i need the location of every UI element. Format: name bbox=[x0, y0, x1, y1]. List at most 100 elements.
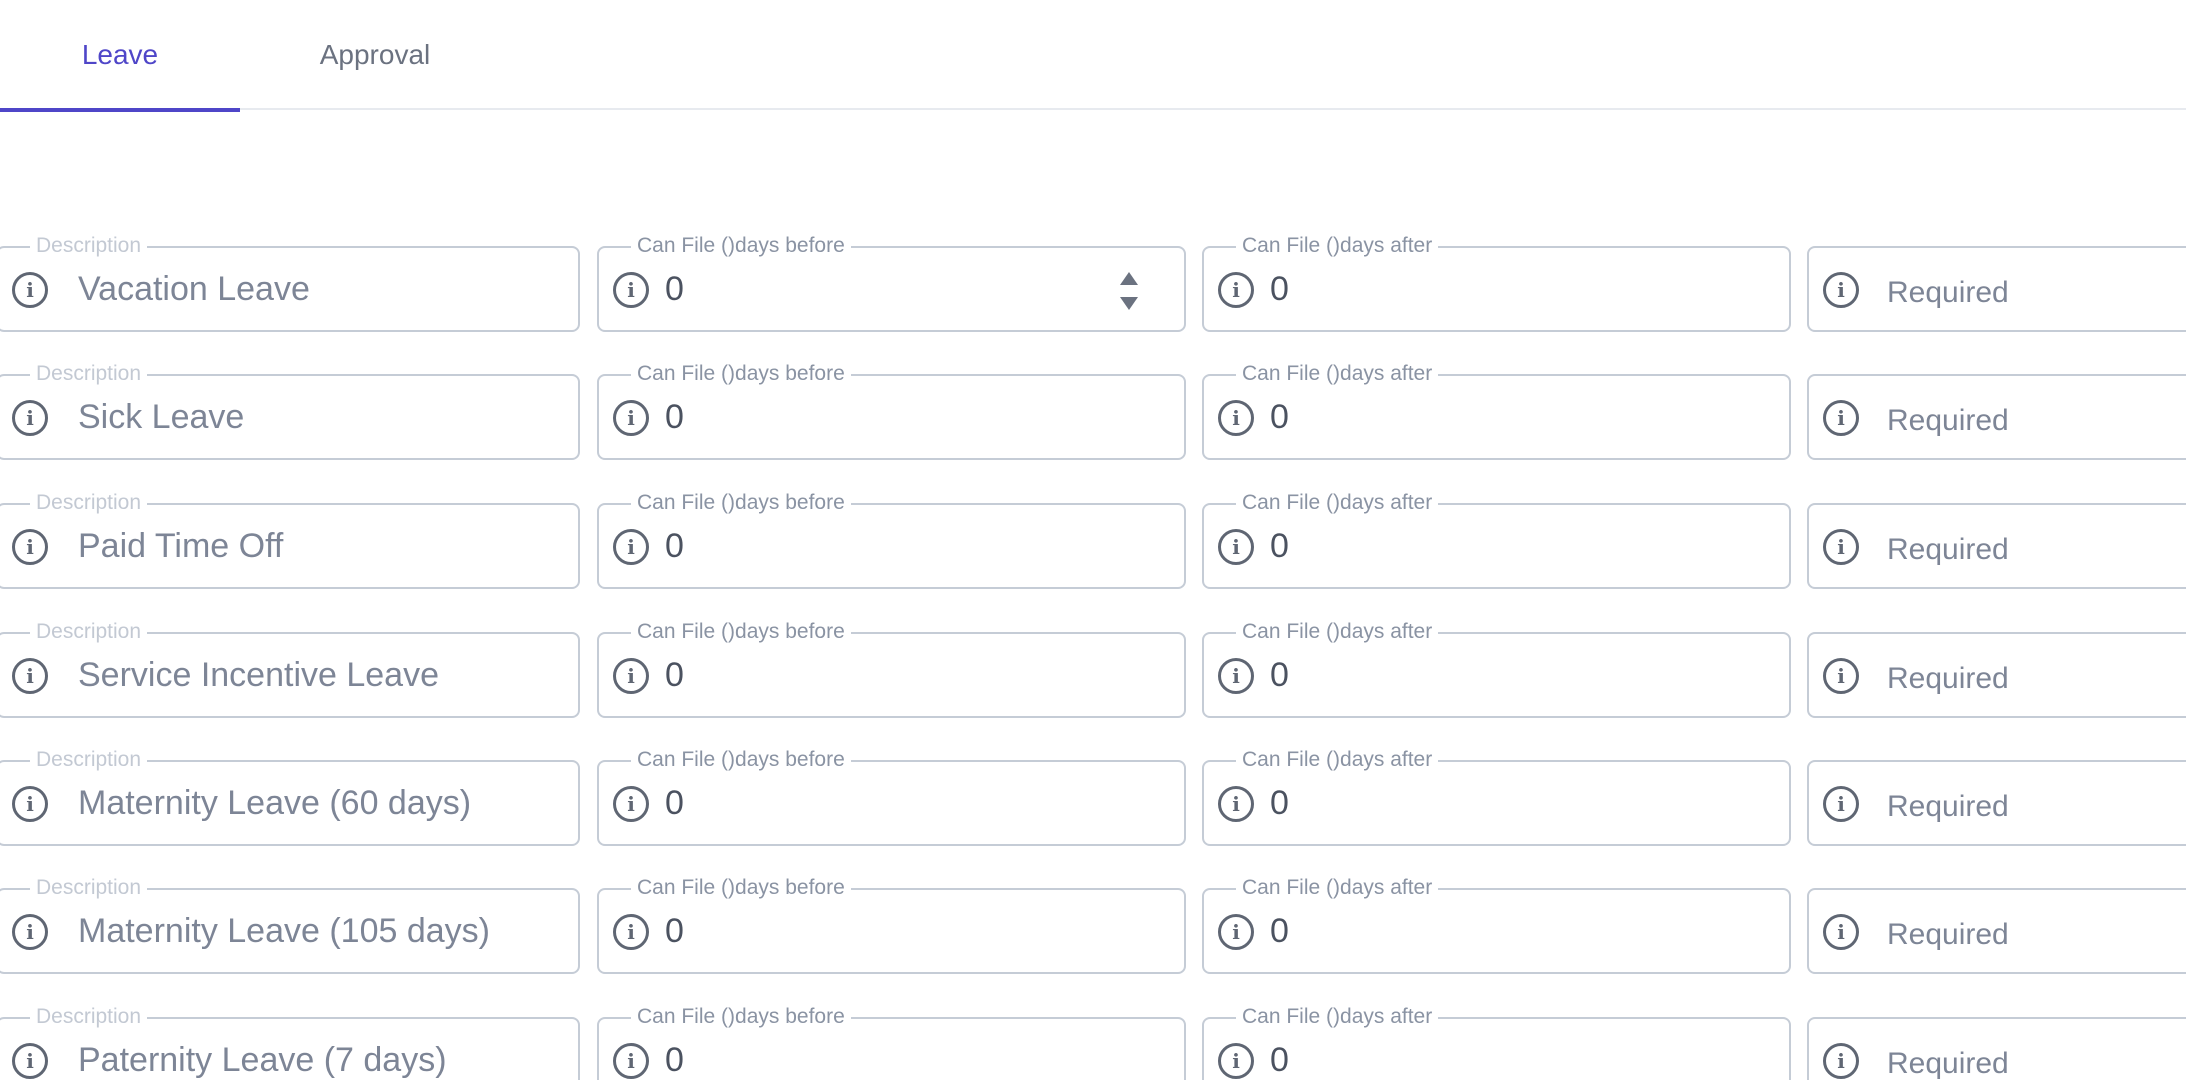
days-after-label: Can File ()days after bbox=[1236, 234, 1439, 258]
days-before-field[interactable]: Can File ()days before i 0 bbox=[597, 491, 1186, 589]
days-after-field[interactable]: Can File ()days after i 0 bbox=[1202, 748, 1791, 846]
info-icon[interactable]: i bbox=[12, 658, 48, 694]
days-after-label: Can File ()days after bbox=[1236, 1005, 1439, 1029]
info-icon[interactable]: i bbox=[613, 658, 649, 694]
info-icon[interactable]: i bbox=[613, 786, 649, 822]
info-icon[interactable]: i bbox=[613, 1043, 649, 1079]
info-icon[interactable]: i bbox=[1823, 658, 1859, 694]
info-icon[interactable]: i bbox=[12, 786, 48, 822]
days-before-field[interactable]: Can File ()days before i 0 bbox=[597, 1005, 1186, 1080]
info-icon[interactable]: i bbox=[1823, 914, 1859, 950]
days-after-value: 0 bbox=[1270, 1040, 1289, 1079]
description-value: Maternity Leave (60 days) bbox=[78, 783, 472, 822]
required-placeholder: Required bbox=[1887, 790, 2009, 823]
info-icon[interactable]: i bbox=[613, 400, 649, 436]
days-after-value: 0 bbox=[1270, 655, 1289, 694]
info-icon[interactable]: i bbox=[1218, 400, 1254, 436]
info-icon[interactable]: i bbox=[1823, 400, 1859, 436]
info-icon[interactable]: i bbox=[12, 914, 48, 950]
description-field[interactable]: Description i Paid Time Off bbox=[0, 491, 580, 589]
days-after-label: Can File ()days after bbox=[1236, 362, 1439, 386]
required-field[interactable]: i Required bbox=[1807, 760, 2186, 846]
days-before-label: Can File ()days before bbox=[631, 748, 851, 772]
days-after-value: 0 bbox=[1270, 783, 1289, 822]
days-before-field[interactable]: Can File ()days before i 0 bbox=[597, 362, 1186, 460]
days-before-value: 0 bbox=[665, 397, 684, 436]
days-before-label: Can File ()days before bbox=[631, 234, 851, 258]
required-field[interactable]: i Required bbox=[1807, 374, 2186, 460]
required-field[interactable]: i Required bbox=[1807, 888, 2186, 974]
required-placeholder: Required bbox=[1887, 1047, 2009, 1080]
days-before-value: 0 bbox=[665, 911, 684, 950]
days-after-value: 0 bbox=[1270, 269, 1289, 308]
info-icon[interactable]: i bbox=[12, 400, 48, 436]
required-field[interactable]: i Required bbox=[1807, 1017, 2186, 1080]
days-before-value: 0 bbox=[665, 526, 684, 565]
required-placeholder: Required bbox=[1887, 662, 2009, 695]
days-after-value: 0 bbox=[1270, 526, 1289, 565]
days-after-field[interactable]: Can File ()days after i 0 bbox=[1202, 1005, 1791, 1080]
days-after-label: Can File ()days after bbox=[1236, 620, 1439, 644]
days-after-field[interactable]: Can File ()days after i 0 bbox=[1202, 362, 1791, 460]
info-icon[interactable]: i bbox=[1823, 786, 1859, 822]
days-after-field[interactable]: Can File ()days after i 0 bbox=[1202, 234, 1791, 332]
days-after-label: Can File ()days after bbox=[1236, 876, 1439, 900]
days-before-field[interactable]: Can File ()days before i 0 bbox=[597, 234, 1186, 332]
info-icon[interactable]: i bbox=[1218, 658, 1254, 694]
info-icon[interactable]: i bbox=[1218, 529, 1254, 565]
description-value: Maternity Leave (105 days) bbox=[78, 911, 490, 950]
info-icon[interactable]: i bbox=[1218, 914, 1254, 950]
description-value: Paid Time Off bbox=[78, 526, 284, 565]
description-field[interactable]: Description i Vacation Leave bbox=[0, 234, 580, 332]
days-after-field[interactable]: Can File ()days after i 0 bbox=[1202, 876, 1791, 974]
info-icon[interactable]: i bbox=[1823, 272, 1859, 308]
days-before-label: Can File ()days before bbox=[631, 491, 851, 515]
description-field[interactable]: Description i Service Incentive Leave bbox=[0, 620, 580, 718]
required-placeholder: Required bbox=[1887, 533, 2009, 566]
info-icon[interactable]: i bbox=[1823, 1043, 1859, 1079]
info-icon[interactable]: i bbox=[12, 529, 48, 565]
leave-type-list: Description i Vacation Leave Can File ()day… bbox=[0, 0, 2186, 1080]
description-value: Vacation Leave bbox=[78, 269, 310, 308]
info-icon[interactable]: i bbox=[12, 1043, 48, 1079]
days-before-value: 0 bbox=[665, 655, 684, 694]
days-before-value: 0 bbox=[665, 1040, 684, 1079]
number-stepper[interactable] bbox=[1118, 270, 1140, 312]
info-icon[interactable]: i bbox=[1823, 529, 1859, 565]
stepper-down-icon[interactable] bbox=[1120, 297, 1138, 310]
info-icon[interactable]: i bbox=[613, 529, 649, 565]
info-icon[interactable]: i bbox=[1218, 272, 1254, 308]
description-field[interactable]: Description i Maternity Leave (60 days) bbox=[0, 748, 580, 846]
days-before-label: Can File ()days before bbox=[631, 1005, 851, 1029]
description-value: Service Incentive Leave bbox=[78, 655, 439, 694]
required-field[interactable]: i Required bbox=[1807, 246, 2186, 332]
required-placeholder: Required bbox=[1887, 276, 2009, 309]
days-after-field[interactable]: Can File ()days after i 0 bbox=[1202, 491, 1791, 589]
days-after-value: 0 bbox=[1270, 911, 1289, 950]
description-value: Paternity Leave (7 days) bbox=[78, 1040, 447, 1079]
required-field[interactable]: i Required bbox=[1807, 632, 2186, 718]
days-before-label: Can File ()days before bbox=[631, 620, 851, 644]
info-icon[interactable]: i bbox=[1218, 1043, 1254, 1079]
days-after-field[interactable]: Can File ()days after i 0 bbox=[1202, 620, 1791, 718]
description-value: Sick Leave bbox=[78, 397, 245, 436]
leave-settings-page: Leave Approval Description i Vacation Leav… bbox=[0, 0, 2186, 1080]
required-placeholder: Required bbox=[1887, 918, 2009, 951]
days-after-label: Can File ()days after bbox=[1236, 491, 1439, 515]
info-icon[interactable]: i bbox=[1218, 786, 1254, 822]
days-before-label: Can File ()days before bbox=[631, 876, 851, 900]
days-before-value: 0 bbox=[665, 269, 684, 308]
days-before-field[interactable]: Can File ()days before i 0 bbox=[597, 620, 1186, 718]
required-field[interactable]: i Required bbox=[1807, 503, 2186, 589]
stepper-up-icon[interactable] bbox=[1120, 272, 1138, 285]
description-field[interactable]: Description i Maternity Leave (105 days) bbox=[0, 876, 580, 974]
days-before-field[interactable]: Can File ()days before i 0 bbox=[597, 748, 1186, 846]
days-before-field[interactable]: Can File ()days before i 0 bbox=[597, 876, 1186, 974]
days-after-value: 0 bbox=[1270, 397, 1289, 436]
info-icon[interactable]: i bbox=[12, 272, 48, 308]
required-placeholder: Required bbox=[1887, 404, 2009, 437]
description-field[interactable]: Description i Paternity Leave (7 days) bbox=[0, 1005, 580, 1080]
description-field[interactable]: Description i Sick Leave bbox=[0, 362, 580, 460]
info-icon[interactable]: i bbox=[613, 914, 649, 950]
info-icon[interactable]: i bbox=[613, 272, 649, 308]
